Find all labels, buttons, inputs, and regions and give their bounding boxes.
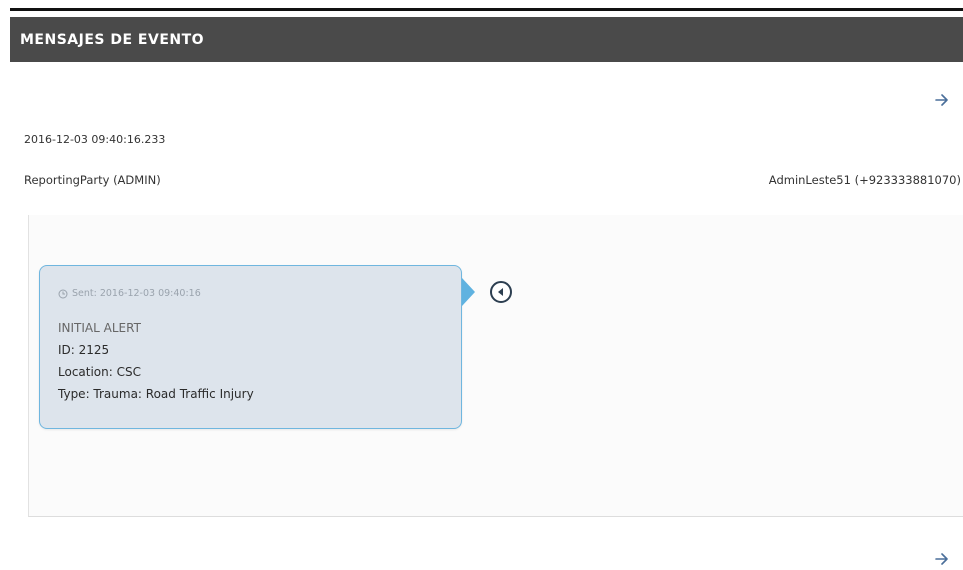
arrow-right-button-bottom[interactable] xyxy=(932,549,952,569)
card-line-type: Type: Trauma: Road Traffic Injury xyxy=(58,387,254,401)
card-header-text: Sent: 2016-12-03 09:40:16 xyxy=(72,288,201,299)
card-line-location: Location: CSC xyxy=(58,365,141,379)
message-timestamp: 2016-12-03 09:40:16.233 xyxy=(24,133,166,146)
arrow-right-button-top[interactable] xyxy=(932,90,952,110)
panel-title: MENSAJES DE EVENTO xyxy=(20,31,205,48)
card-line-id: ID: 2125 xyxy=(58,343,110,357)
reporting-party: ReportingParty (ADMIN) xyxy=(24,173,161,187)
card-header: Sent: 2016-12-03 09:40:16 xyxy=(58,288,201,299)
admin-contact: AdminLeste51 (+923333881070) xyxy=(768,173,961,187)
message-card[interactable]: Sent: 2016-12-03 09:40:16 INITIAL ALERT … xyxy=(39,265,462,429)
event-messages-window: MENSAJES DE EVENTO 2016-12-03 09:40:16.2… xyxy=(0,0,963,570)
panel-header: MENSAJES DE EVENTO xyxy=(10,17,963,62)
arrow-right-icon xyxy=(935,553,948,565)
arrow-right-icon xyxy=(935,94,948,106)
top-divider xyxy=(10,8,963,11)
radio-status-icon[interactable] xyxy=(489,280,513,304)
clock-icon xyxy=(58,289,68,298)
card-line-alert: INITIAL ALERT xyxy=(58,321,141,335)
message-thread-panel: Sent: 2016-12-03 09:40:16 INITIAL ALERT … xyxy=(28,215,963,517)
card-pointer xyxy=(462,278,475,306)
